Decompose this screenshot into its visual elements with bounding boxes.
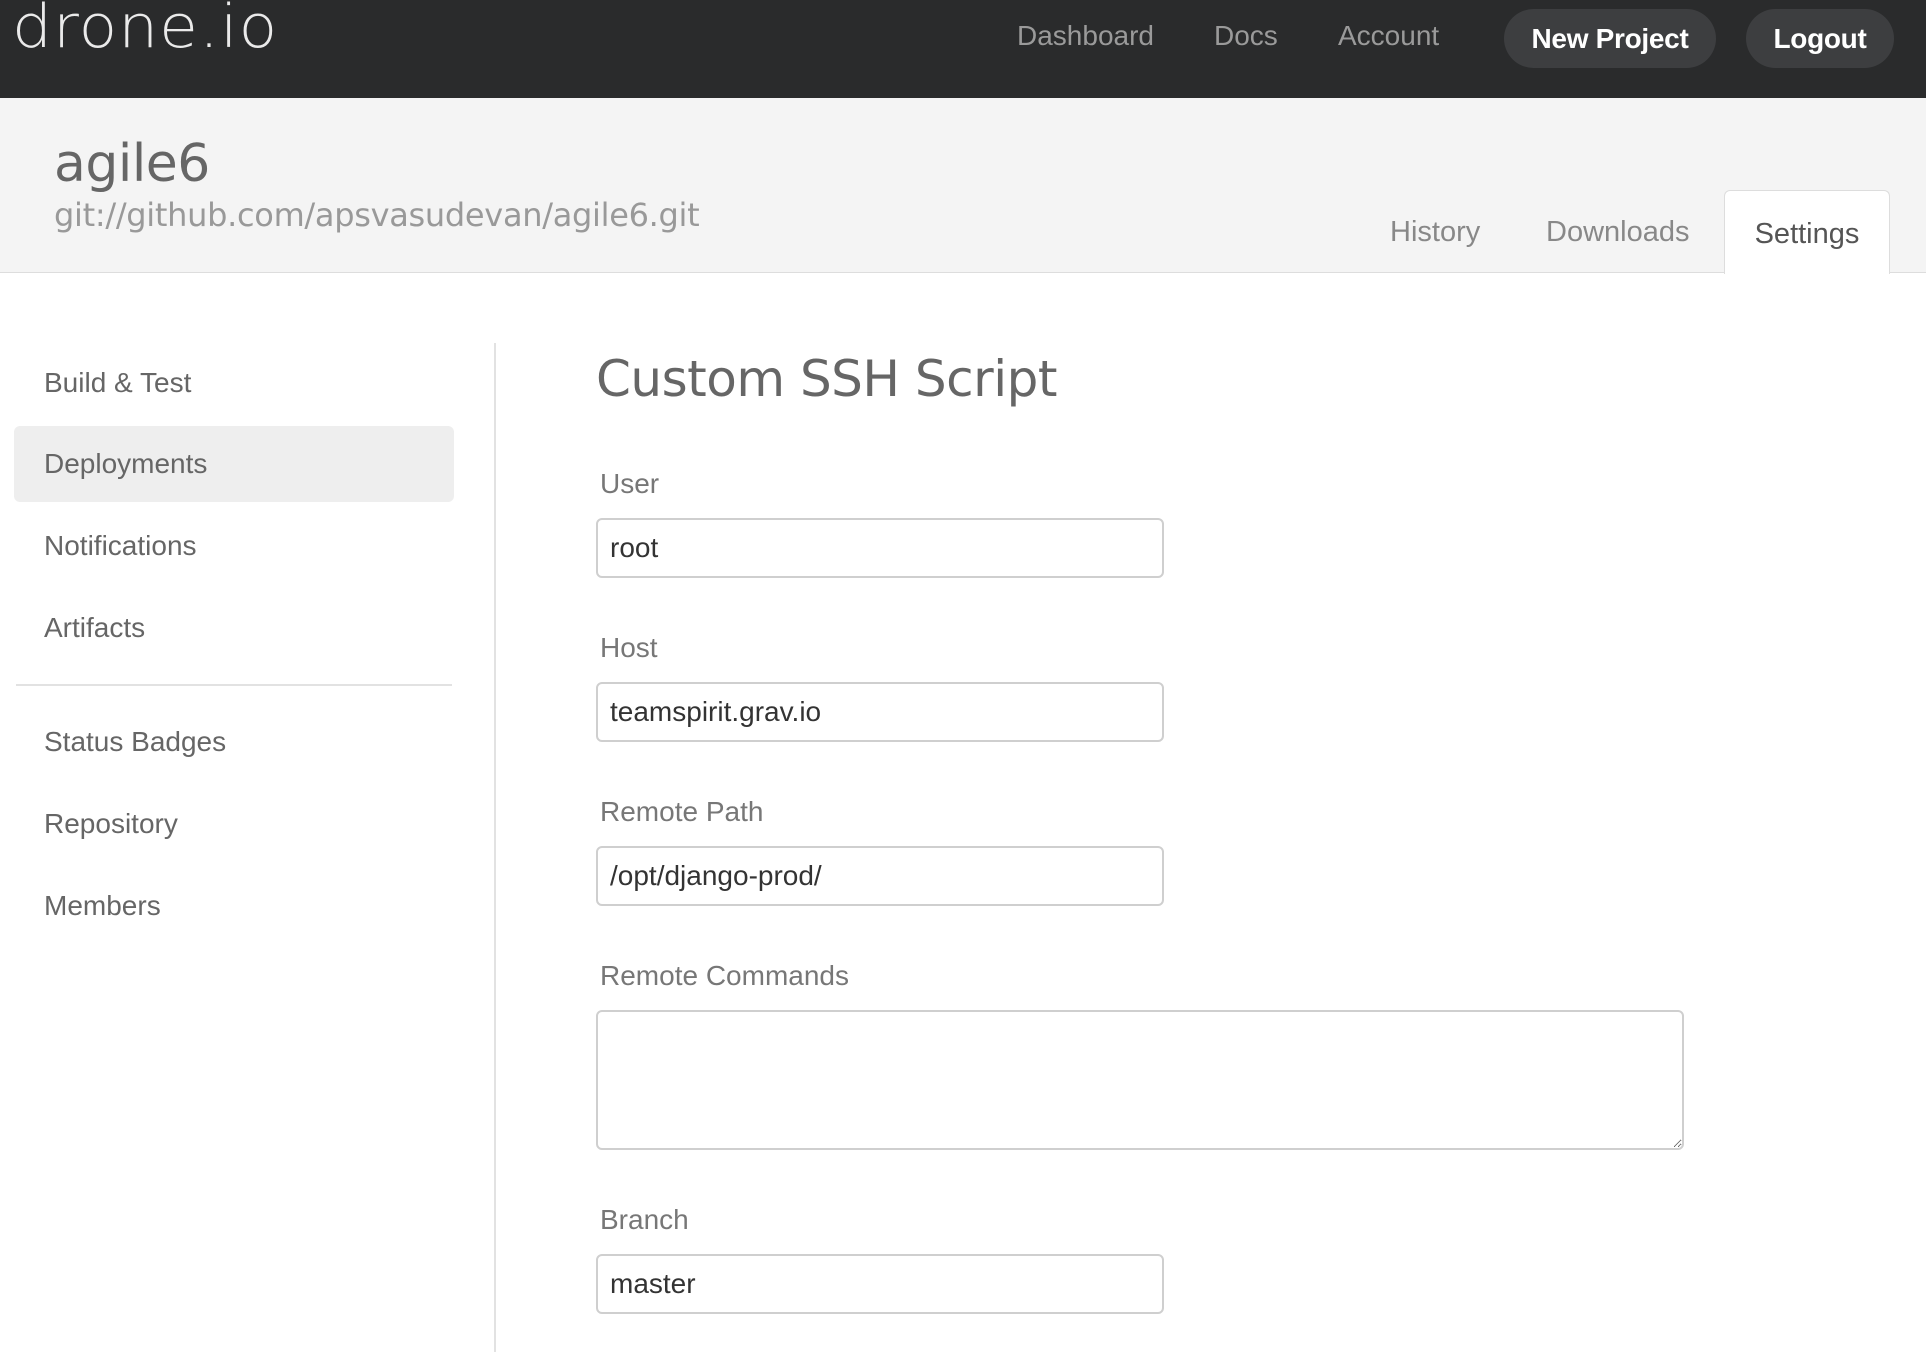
- nav-dashboard-link[interactable]: Dashboard: [1017, 20, 1154, 52]
- sidebar-item-artifacts[interactable]: Artifacts: [14, 590, 454, 666]
- tab-history[interactable]: History: [1390, 216, 1480, 249]
- project-name: agile6: [54, 134, 210, 194]
- project-header: agile6 git://github.com/apsvasudevan/agi…: [0, 98, 1926, 274]
- project-repo-url: git://github.com/apsvasudevan/agile6.git: [54, 196, 700, 234]
- tab-downloads[interactable]: Downloads: [1546, 216, 1689, 249]
- host-input[interactable]: [596, 682, 1164, 742]
- tab-settings[interactable]: Settings: [1724, 190, 1890, 274]
- host-label: Host: [600, 632, 658, 663]
- sidebar-item-build-test[interactable]: Build & Test: [14, 345, 454, 421]
- nav-docs-link[interactable]: Docs: [1214, 20, 1278, 52]
- branch-label: Branch: [600, 1204, 689, 1235]
- top-nav-bar: drone.io Dashboard Docs Account New Proj…: [0, 0, 1926, 98]
- nav-account-link[interactable]: Account: [1338, 20, 1439, 52]
- user-input[interactable]: [596, 518, 1164, 578]
- sidebar-divider: [16, 684, 452, 686]
- remote-commands-label: Remote Commands: [600, 960, 849, 991]
- sidebar-item-deployments[interactable]: Deployments: [14, 426, 454, 502]
- sidebar-item-members[interactable]: Members: [14, 868, 454, 944]
- content-divider: [494, 343, 496, 1352]
- remote-path-input[interactable]: [596, 846, 1164, 906]
- remote-path-label: Remote Path: [600, 796, 764, 827]
- sidebar-item-status-badges[interactable]: Status Badges: [14, 704, 454, 780]
- branch-input[interactable]: [596, 1254, 1164, 1314]
- user-label: User: [600, 468, 660, 499]
- new-project-button[interactable]: New Project: [1504, 9, 1716, 68]
- remote-commands-textarea[interactable]: [596, 1010, 1684, 1150]
- form-title: Custom SSH Script: [596, 350, 1057, 408]
- sidebar-item-notifications[interactable]: Notifications: [14, 508, 454, 584]
- drone-logo[interactable]: drone.io: [12, 0, 278, 62]
- sidebar-item-repository[interactable]: Repository: [14, 786, 454, 862]
- logout-button[interactable]: Logout: [1746, 9, 1894, 68]
